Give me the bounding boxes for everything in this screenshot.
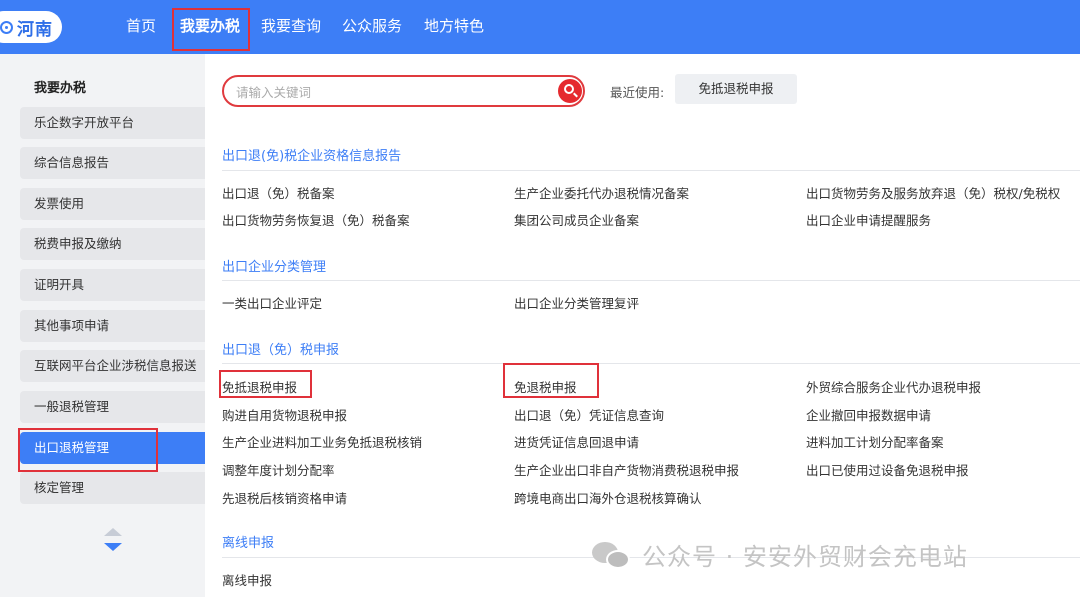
link-purchase-voucher-rollback[interactable]: 进货凭证信息回退申请	[514, 432, 639, 451]
link-self-use-goods-refund[interactable]: 购进自用货物退税申报	[222, 405, 347, 424]
scroll-up-icon[interactable]	[104, 528, 122, 536]
sidebar-item-export-refund[interactable]: 出口退税管理	[20, 432, 205, 464]
nav-tax-handling[interactable]: 我要办税	[180, 15, 240, 36]
section-divider	[222, 170, 1080, 171]
link-classification-review[interactable]: 出口企业分类管理复评	[514, 293, 639, 312]
sidebar-item-leqi-platform[interactable]: 乐企数字开放平台	[20, 107, 205, 139]
link-waive-refund-right[interactable]: 出口货物劳务及服务放弃退（免）税权/免税权	[806, 183, 1060, 202]
section-divider	[222, 280, 1080, 281]
link-processing-trade-writeoff[interactable]: 生产企业进料加工业务免抵退税核销	[222, 432, 422, 451]
sidebar-item-other-requests[interactable]: 其他事项申请	[20, 310, 205, 342]
link-exemption-refund[interactable]: 免退税申报	[514, 377, 577, 396]
search-box	[222, 75, 585, 107]
link-restore-refund-filing[interactable]: 出口货物劳务恢复退（免）税备案	[222, 210, 410, 229]
link-offline-declaration[interactable]: 离线申报	[222, 570, 272, 589]
section-divider	[222, 363, 1080, 364]
nav-public-service[interactable]: 公众服务	[342, 15, 402, 36]
section-title-classification: 出口企业分类管理	[222, 260, 327, 275]
wechat-icon	[590, 538, 634, 570]
section-title-refund-declaration: 出口退（免）税申报	[222, 343, 340, 358]
sidebar-item-certificate[interactable]: 证明开具	[20, 269, 205, 301]
site-logo[interactable]: 河南	[0, 11, 62, 43]
recent-used-chip[interactable]: 免抵退税申报	[675, 74, 797, 104]
logo-icon	[0, 20, 13, 34]
logo-text: 河南	[17, 19, 53, 40]
nav-home[interactable]: 首页	[126, 15, 156, 36]
link-plan-allocation-filing[interactable]: 进料加工计划分配率备案	[806, 432, 944, 451]
link-non-self-produced-consumption-tax[interactable]: 生产企业出口非自产货物消费税退税申报	[514, 460, 739, 479]
scroll-down-icon[interactable]	[104, 543, 122, 551]
link-voucher-info-query[interactable]: 出口退（免）凭证信息查询	[514, 405, 664, 424]
sidebar-item-internet-platform[interactable]: 互联网平台企业涉税信息报送	[20, 350, 205, 382]
sidebar-item-invoice-use[interactable]: 发票使用	[20, 188, 205, 220]
link-group-member-filing[interactable]: 集团公司成员企业备案	[514, 210, 639, 229]
link-used-equipment-refund[interactable]: 出口已使用过设备免退税申报	[806, 460, 969, 479]
link-entrusted-refund-filing[interactable]: 生产企业委托代办退税情况备案	[514, 183, 689, 202]
watermark-text: 公众号 · 安安外贸财会充电站	[642, 542, 968, 571]
link-refund-filing[interactable]: 出口退（免）税备案	[222, 183, 335, 202]
search-input[interactable]	[236, 83, 536, 101]
sidebar-item-tax-filing[interactable]: 税费申报及缴纳	[20, 228, 205, 260]
nav-local-features[interactable]: 地方特色	[424, 15, 484, 36]
link-class-one-evaluation[interactable]: 一类出口企业评定	[222, 293, 322, 312]
link-foreign-trade-service-refund[interactable]: 外贸综合服务企业代办退税申报	[806, 377, 981, 396]
top-nav-bar: 河南 首页 我要办税 我要查询 公众服务 地方特色	[0, 0, 1080, 54]
section-title-qualification: 出口退(免)税企业资格信息报告	[222, 149, 402, 164]
sidebar-item-assessment[interactable]: 核定管理	[20, 472, 205, 504]
link-refund-before-writeoff[interactable]: 先退税后核销资格申请	[222, 488, 347, 507]
link-reminder-service[interactable]: 出口企业申请提醒服务	[806, 210, 931, 229]
link-exemption-credit-refund[interactable]: 免抵退税申报	[222, 377, 297, 396]
section-title-offline: 离线申报	[222, 536, 275, 551]
sidebar-title: 我要办税	[34, 81, 87, 96]
recent-used-label: 最近使用:	[610, 85, 665, 100]
nav-query[interactable]: 我要查询	[261, 15, 321, 36]
search-button[interactable]	[558, 79, 582, 103]
sidebar-item-info-report[interactable]: 综合信息报告	[20, 147, 205, 179]
link-withdraw-declaration[interactable]: 企业撤回申报数据申请	[806, 405, 931, 424]
sidebar-item-general-refund[interactable]: 一般退税管理	[20, 391, 205, 423]
watermark: 公众号 · 安安外贸财会充电站	[590, 536, 968, 572]
link-adjust-annual-allocation[interactable]: 调整年度计划分配率	[222, 460, 335, 479]
link-cross-border-warehouse[interactable]: 跨境电商出口海外仓退税核算确认	[514, 488, 702, 507]
